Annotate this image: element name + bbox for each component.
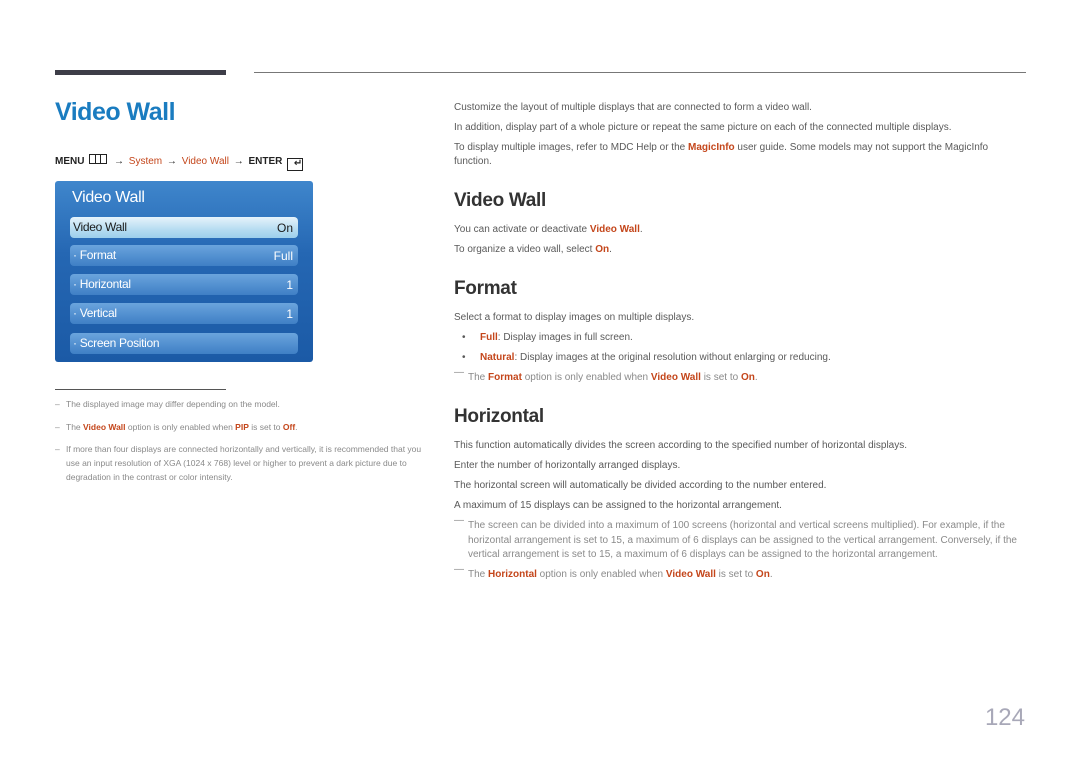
note-highlight: Video Wall — [83, 422, 126, 432]
text: The screen can be divided into a maximum… — [468, 520, 1017, 560]
intro-p2: In addition, display part of a whole pic… — [454, 122, 952, 133]
menu-label: MENU — [55, 156, 85, 167]
text: You can activate or deactivate — [454, 224, 590, 235]
text: option is only enabled when — [521, 372, 651, 383]
page-number: 124 — [984, 704, 1025, 731]
osd-item-video-wall: Video Wall On — [70, 217, 298, 238]
text: The — [468, 372, 489, 383]
highlight: Format — [488, 372, 522, 383]
horizontal-note-1: — The screen can be divided into a maxim… — [454, 515, 1038, 563]
page-title: Video Wall — [55, 98, 176, 126]
text: is set to — [700, 372, 741, 383]
horizontal-p3: The horizontal screen will automatically… — [454, 480, 827, 491]
highlight: Natural — [480, 352, 515, 363]
section-heading-format: Format — [454, 278, 517, 299]
format-bullet-natural: • Natural: Display images at the original… — [462, 352, 831, 363]
horizontal-p1: This function automatically divides the … — [454, 440, 908, 451]
header-thin-rule — [254, 72, 1026, 73]
menu-path-video-wall: Video Wall — [181, 156, 229, 167]
text: : Display images in full screen. — [497, 332, 633, 343]
intro-p1: Customize the layout of multiple display… — [454, 102, 812, 113]
dash-icon: — — [454, 367, 464, 378]
highlight: Horizontal — [488, 569, 537, 580]
dash-icon: – — [55, 399, 60, 409]
highlight: Video Wall — [665, 569, 716, 580]
video-wall-p2: To organize a video wall, select On. — [454, 244, 612, 255]
menu-icon — [89, 154, 108, 164]
highlight: On — [595, 244, 610, 255]
osd-title: Video Wall — [72, 189, 145, 206]
menu-path-system: System — [128, 156, 163, 167]
left-note-1: – The displayed image may differ dependi… — [55, 397, 431, 411]
osd-item-value: On — [276, 221, 293, 235]
note-text: option is only enabled when — [125, 422, 236, 432]
osd-item-value: Full — [273, 249, 293, 263]
left-note-2: – The Video Wall option is only enabled … — [55, 420, 431, 434]
osd-item-label: · Horizontal — [73, 277, 131, 291]
note-text: . — [295, 422, 298, 432]
format-bullet-full: • Full: Display images in full screen. — [462, 332, 633, 343]
arrow-icon: → — [114, 156, 125, 167]
osd-item-label: · Screen Position — [73, 336, 160, 350]
highlight: Video Wall — [650, 372, 701, 383]
dash-icon: — — [454, 564, 464, 575]
menu-path: MENU → System → Video Wall → ENTER ↵ — [55, 154, 304, 171]
enter-label: ENTER — [248, 156, 283, 167]
dash-icon: – — [55, 444, 60, 454]
footnote-divider — [55, 389, 226, 390]
text: : Display images at the original resolut… — [514, 352, 831, 363]
dash-icon: — — [454, 515, 464, 526]
osd-item-label: · Format — [73, 248, 116, 262]
format-note: — The Format option is only enabled when… — [454, 367, 1038, 386]
highlight: Full — [480, 332, 498, 343]
text: To organize a video wall, select — [454, 244, 596, 255]
bullet-icon: • — [462, 332, 466, 343]
text: is set to — [715, 569, 756, 580]
text: . — [769, 569, 773, 580]
highlight: MagicInfo — [687, 142, 735, 153]
highlight: Video Wall — [589, 224, 640, 235]
note-text: is set to — [248, 422, 283, 432]
osd-item-horizontal: · Horizontal 1 — [70, 274, 298, 295]
osd-item-vertical: · Vertical 1 — [70, 303, 298, 324]
highlight: On — [740, 372, 755, 383]
osd-item-value: 1 — [286, 307, 293, 321]
osd-item-label: · Vertical — [73, 306, 117, 320]
note-text: If more than four displays are connected… — [66, 444, 422, 482]
note-highlight: Off — [282, 422, 296, 432]
horizontal-p4: A maximum of 15 displays can be assigned… — [454, 500, 782, 511]
horizontal-p2: Enter the number of horizontally arrange… — [454, 460, 681, 471]
bullet-icon: • — [462, 352, 466, 363]
arrow-icon: → — [233, 156, 244, 167]
osd-item-format: · Format Full — [70, 245, 298, 266]
section-heading-video-wall: Video Wall — [454, 190, 547, 211]
text: . — [754, 372, 758, 383]
horizontal-note-2: — The Horizontal option is only enabled … — [454, 564, 1038, 583]
intro-p3: To display multiple images, refer to MDC… — [454, 141, 1024, 169]
left-note-3: – If more than four displays are connect… — [55, 442, 431, 484]
osd-item-value: 1 — [286, 278, 293, 292]
note-highlight: PIP — [235, 422, 249, 432]
text: To display multiple images, refer to MDC… — [454, 142, 688, 153]
format-p1: Select a format to display images on mul… — [454, 312, 695, 323]
highlight: On — [755, 569, 770, 580]
note-text: The displayed image may differ depending… — [66, 399, 280, 409]
section-heading-horizontal: Horizontal — [454, 406, 544, 427]
arrow-icon: → — [166, 156, 177, 167]
osd-item-screen-position: · Screen Position — [70, 333, 298, 354]
text: The — [468, 569, 489, 580]
text: . — [639, 224, 643, 235]
note-text: The — [66, 422, 84, 432]
osd-menu-image: Video Wall Video Wall On · Format Full ·… — [55, 181, 313, 362]
enter-icon: ↵ — [287, 158, 304, 171]
text: option is only enabled when — [536, 569, 666, 580]
video-wall-p1: You can activate or deactivate Video Wal… — [454, 224, 643, 235]
osd-item-label: Video Wall — [73, 220, 127, 234]
header-thick-rule — [55, 70, 226, 75]
text: . — [609, 244, 612, 255]
dash-icon: – — [55, 422, 60, 432]
